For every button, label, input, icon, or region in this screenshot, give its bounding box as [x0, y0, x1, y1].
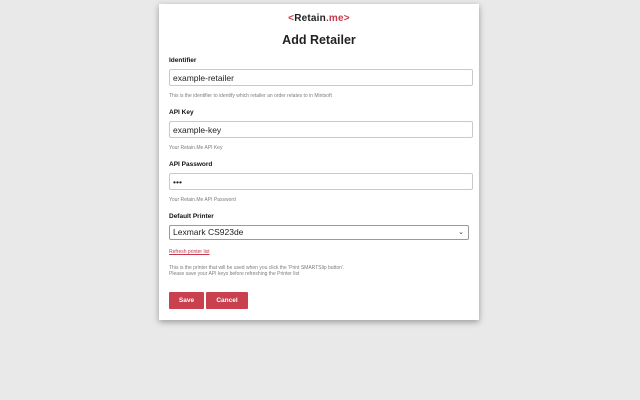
default-printer-select[interactable]: Lexmark CS923de ⌄	[169, 225, 469, 240]
page-title: Add Retailer	[282, 33, 356, 47]
default-printer-help-line-2: Please save your API keys before refresh…	[169, 271, 300, 277]
api-key-label: API Key	[169, 109, 194, 116]
api-key-help: Your Retain.Me API Key	[169, 145, 223, 151]
identifier-label: Identifier	[169, 57, 197, 64]
identifier-help: This is the identifier to identify which…	[169, 93, 332, 99]
form-actions: Save Cancel	[169, 292, 469, 309]
logo-name: Retain	[294, 13, 326, 24]
save-button[interactable]: Save	[169, 292, 204, 309]
default-printer-selected-value: Lexmark CS923de	[173, 227, 244, 237]
retainme-logo: <Retain.me>	[169, 12, 469, 26]
add-retailer-card: <Retain.me> Add Retailer Identifier This…	[159, 4, 479, 320]
api-password-label: API Password	[169, 161, 213, 168]
refresh-printer-list-link[interactable]: Refresh printer list	[169, 249, 210, 255]
default-printer-label: Default Printer	[169, 213, 214, 220]
logo-suffix: .me	[325, 13, 344, 24]
api-password-help: Your Retain.Me API Password	[169, 197, 236, 203]
chevron-down-icon: ⌄	[458, 229, 464, 236]
api-password-input[interactable]	[169, 173, 473, 190]
default-printer-help: This is the printer that will be used wh…	[169, 265, 469, 277]
identifier-input[interactable]	[169, 69, 473, 86]
api-key-input[interactable]	[169, 121, 473, 138]
logo-right-chevron-icon: >	[343, 13, 350, 24]
cancel-button[interactable]: Cancel	[206, 292, 248, 309]
